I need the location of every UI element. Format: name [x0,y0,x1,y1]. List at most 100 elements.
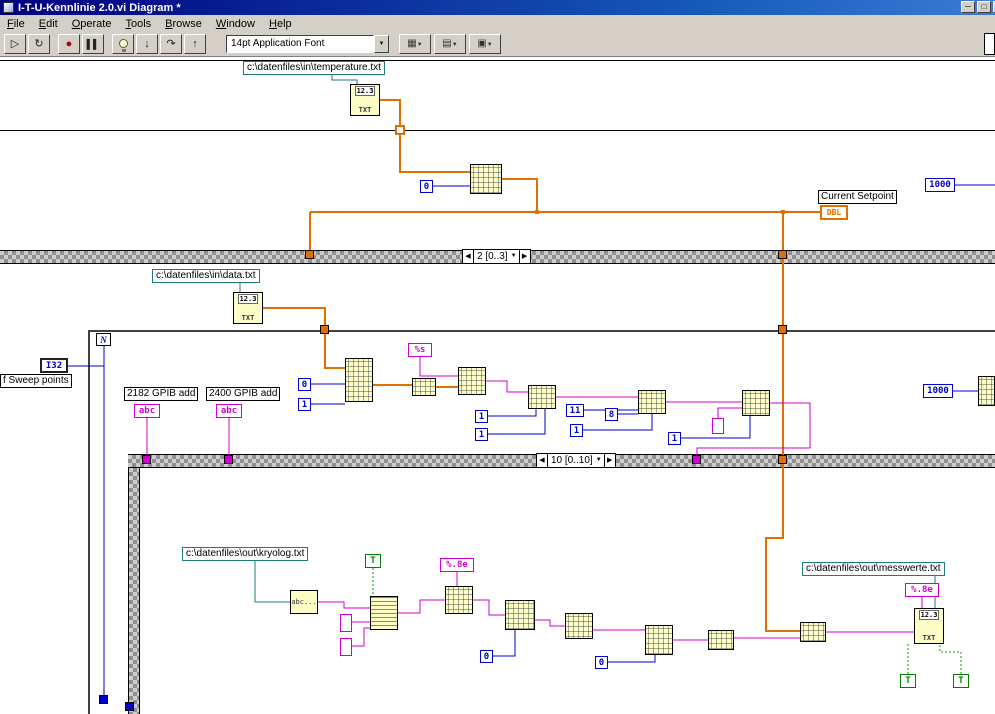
prev-frame-arrow[interactable]: ◀ [537,454,548,467]
tunnel-int[interactable] [125,702,134,711]
step-into-button[interactable]: ↓ [136,34,158,54]
numeric-constant-1[interactable]: 1 [298,398,311,411]
next-frame-arrow[interactable]: ▶ [518,250,530,263]
format-into-string-node[interactable] [458,367,486,395]
pause-button[interactable]: ▌▌ [82,34,104,54]
string-constant-gpib-2182[interactable]: abc [134,404,160,418]
step-over-button[interactable]: ↷ [160,34,182,54]
read-spreadsheet-file-node-2[interactable]: 12.3 TXT [233,292,263,324]
string-constant-gpib-2400[interactable]: abc [216,404,242,418]
next-frame-arrow[interactable]: ▶ [603,454,615,467]
tunnel-string[interactable] [142,455,151,464]
menu-window[interactable]: Window [209,17,262,31]
format-into-string-node-2[interactable] [505,600,535,630]
numeric-constant-1000[interactable]: 1000 [923,384,953,398]
string-function-node-2[interactable] [638,390,666,414]
string-constant-mark[interactable] [712,418,724,434]
array-to-spreadsheet-string-node[interactable] [445,586,473,614]
tunnel-orange[interactable] [305,250,314,259]
boolean-true-constant[interactable]: T [365,554,381,568]
path-constant-kryolog[interactable]: c:\datenfiles\out\kryolog.txt [182,547,309,561]
boolean-true-constant[interactable]: T [900,674,916,688]
reorder-icon: ▣ [477,38,487,49]
menu-file[interactable]: File [0,17,32,31]
frame-dropdown-caret[interactable]: ▼ [511,250,519,263]
numeric-constant-1000[interactable]: 1000 [925,178,955,192]
frame-dropdown-caret[interactable]: ▼ [596,454,604,467]
numeric-constant-0[interactable]: 0 [298,378,311,391]
numeric-constant-11[interactable]: 11 [566,404,584,417]
numeric-constant-1[interactable]: 1 [475,410,488,423]
build-array-node-3[interactable] [800,622,826,642]
string-constant-small-2[interactable] [340,638,352,656]
path-constant-temperature[interactable]: c:\datenfiles\in\temperature.txt [243,61,385,75]
string-constant-fmt-e[interactable]: %.8e [905,583,939,597]
string-function-node-3[interactable] [742,390,770,416]
maximize-button[interactable]: □ [977,1,991,13]
label-current-setpoint[interactable]: Current Setpoint [818,190,897,204]
write-spreadsheet-file-node[interactable]: 12.3 TXT [914,608,944,644]
numeric-constant-1[interactable]: 1 [668,432,681,445]
numeric-constant-1[interactable]: 1 [475,428,488,441]
build-array-node-1[interactable] [565,613,593,639]
tunnel-orange[interactable] [778,455,787,464]
tunnel-orange[interactable] [320,325,329,334]
numeric-constant-0[interactable]: 0 [595,656,608,669]
menu-help[interactable]: Help [262,17,299,31]
numeric-constant-0[interactable]: 0 [420,180,433,193]
path-constant-data[interactable]: c:\datenfiles\in\data.txt [152,269,260,283]
distribute-objects-dropdown[interactable]: ▤▼ [434,34,466,54]
tunnel-hollow-orange[interactable] [395,125,405,135]
terminal-i32-sweep-points[interactable]: I32 [40,358,68,373]
numeric-constant-8[interactable]: 8 [605,408,618,421]
label-gpib-2182[interactable]: 2182 GPIB add [124,387,199,401]
tunnel-string[interactable] [224,455,233,464]
run-continuous-button[interactable]: ↻ [28,34,50,54]
tunnel-orange[interactable] [778,325,787,334]
string-constant-fmt-s[interactable]: %s [408,343,432,357]
index-array-node-2[interactable] [708,630,734,650]
menu-edit[interactable]: Edit [32,17,65,31]
string-constant-fmt-e[interactable]: %.8e [440,558,474,572]
abort-button[interactable]: ● [58,34,80,54]
menu-browse[interactable]: Browse [158,17,209,31]
path-constant-messwerte[interactable]: c:\datenfiles\out\messwerte.txt [802,562,945,576]
align-objects-dropdown[interactable]: ▦▼ [399,34,431,54]
for-loop-count-terminal[interactable]: N [96,333,111,346]
array-subset-node[interactable] [412,378,436,396]
minimize-button[interactable]: ─ [961,1,975,13]
terminal-dbl-current-setpoint[interactable]: DBL [820,205,848,220]
menu-operate[interactable]: Operate [65,17,119,31]
for-loop-border-left[interactable] [88,330,90,714]
label-gpib-2400[interactable]: 2400 GPIB add [206,387,281,401]
label-sweep-points[interactable]: f Sweep points [0,374,72,388]
sequence-selector-outer[interactable]: ◀ 2 [0..3] ▼ ▶ [462,249,531,264]
tunnel-orange[interactable] [778,250,787,259]
index-array-node[interactable] [470,164,502,194]
reorder-dropdown[interactable]: ▣▼ [469,34,501,54]
index-array-multi-node[interactable] [345,358,373,402]
read-spreadsheet-file-node[interactable]: 12.3 TXT [350,84,380,116]
tunnel-string[interactable] [692,455,701,464]
write-characters-to-file-node[interactable]: abc... [290,590,318,614]
stacked-sequence-inner-border-left[interactable] [128,468,140,714]
tunnel-int[interactable] [99,695,108,704]
numeric-constant-1[interactable]: 1 [570,424,583,437]
run-button[interactable]: ▷ [4,34,26,54]
prev-frame-arrow[interactable]: ◀ [463,250,474,263]
step-out-button[interactable]: ↑ [184,34,206,54]
for-loop-border-top[interactable] [88,330,995,332]
menu-tools[interactable]: Tools [118,17,158,31]
font-selector[interactable]: 14pt Application Font [226,35,374,53]
concatenate-strings-node[interactable] [370,596,398,630]
boolean-true-constant[interactable]: T [953,674,969,688]
build-array-node-2[interactable] [645,625,673,655]
numeric-constant-0[interactable]: 0 [480,650,493,663]
string-constant-small-1[interactable] [340,614,352,632]
frame-label: 10 [0..10] [551,455,593,466]
clipped-node-right-edge[interactable] [978,376,995,406]
sequence-selector-inner[interactable]: ◀ 10 [0..10] ▼ ▶ [536,453,616,468]
font-selector-caret[interactable]: ▼ [374,35,389,53]
highlight-execution-button[interactable] [112,34,134,54]
string-function-node-1[interactable] [528,385,556,409]
